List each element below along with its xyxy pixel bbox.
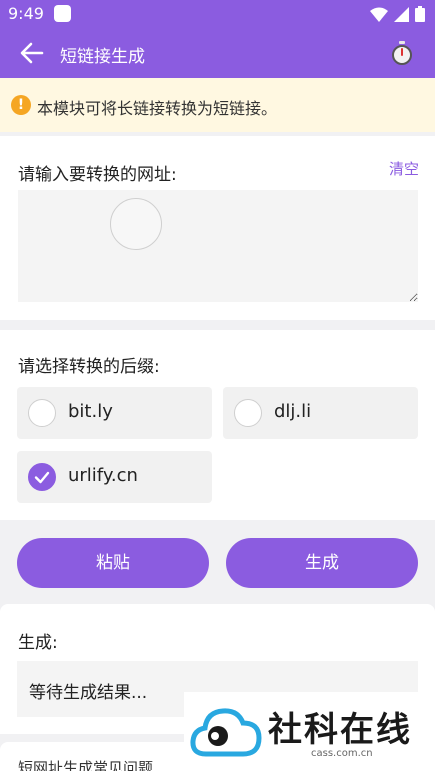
- faq-title: 短网址生成常见问题: [18, 759, 154, 771]
- url-input-card: 请输入要转换的网址: 清空: [0, 136, 435, 320]
- status-indicators: [370, 6, 425, 22]
- app-bar: 短链接生成: [0, 28, 435, 78]
- watermark-domain: cass.com.cn: [311, 748, 373, 759]
- radio-unchecked-icon: [234, 399, 262, 427]
- status-time: 9:49: [8, 4, 44, 23]
- clear-button[interactable]: 清空: [389, 158, 419, 179]
- wifi-icon: [370, 7, 388, 22]
- touch-ripple: [110, 198, 162, 250]
- suffix-option-urlify[interactable]: urlify.cn: [17, 451, 212, 503]
- notification-app-icon: [54, 5, 71, 22]
- battery-icon: [415, 6, 425, 22]
- generate-button[interactable]: 生成: [226, 538, 418, 588]
- suffix-option-bitly[interactable]: bit.ly: [17, 387, 212, 439]
- url-input-label: 请输入要转换的网址:: [18, 165, 177, 185]
- suffix-option-label: bit.ly: [68, 401, 113, 422]
- arrow-left-icon: [20, 42, 44, 64]
- notice-text: 本模块可将长链接转换为短链接。: [37, 99, 278, 118]
- page-title: 短链接生成: [60, 47, 145, 67]
- warning-circle-icon: !: [11, 95, 31, 115]
- stopwatch-icon: [392, 41, 412, 65]
- status-bar: 9:49: [0, 0, 435, 28]
- url-input[interactable]: [18, 190, 418, 302]
- suffix-option-dlj[interactable]: dlj.li: [223, 387, 418, 439]
- watermark-logo: 社科在线 cass.com.cn: [184, 692, 435, 771]
- radio-unchecked-icon: [28, 399, 56, 427]
- notice-banner: ! 本模块可将长链接转换为短链接。: [0, 78, 435, 132]
- paste-button[interactable]: 粘贴: [17, 538, 209, 588]
- watermark-name: 社科在线: [268, 710, 412, 750]
- cellular-signal-icon: [394, 6, 409, 22]
- suffix-card: 请选择转换的后缀: bit.ly dlj.li urlify.cn: [0, 330, 435, 520]
- back-button[interactable]: [18, 40, 46, 66]
- suffix-option-label: urlify.cn: [68, 465, 138, 486]
- cloud-logo-icon: [190, 708, 262, 757]
- suffix-label: 请选择转换的后缀:: [18, 357, 160, 377]
- result-label: 生成:: [18, 633, 58, 653]
- check-icon: [34, 471, 49, 483]
- timer-button[interactable]: [389, 40, 415, 66]
- radio-checked-icon: [28, 463, 56, 491]
- suffix-option-label: dlj.li: [274, 401, 312, 422]
- result-text: 等待生成结果...: [29, 683, 148, 703]
